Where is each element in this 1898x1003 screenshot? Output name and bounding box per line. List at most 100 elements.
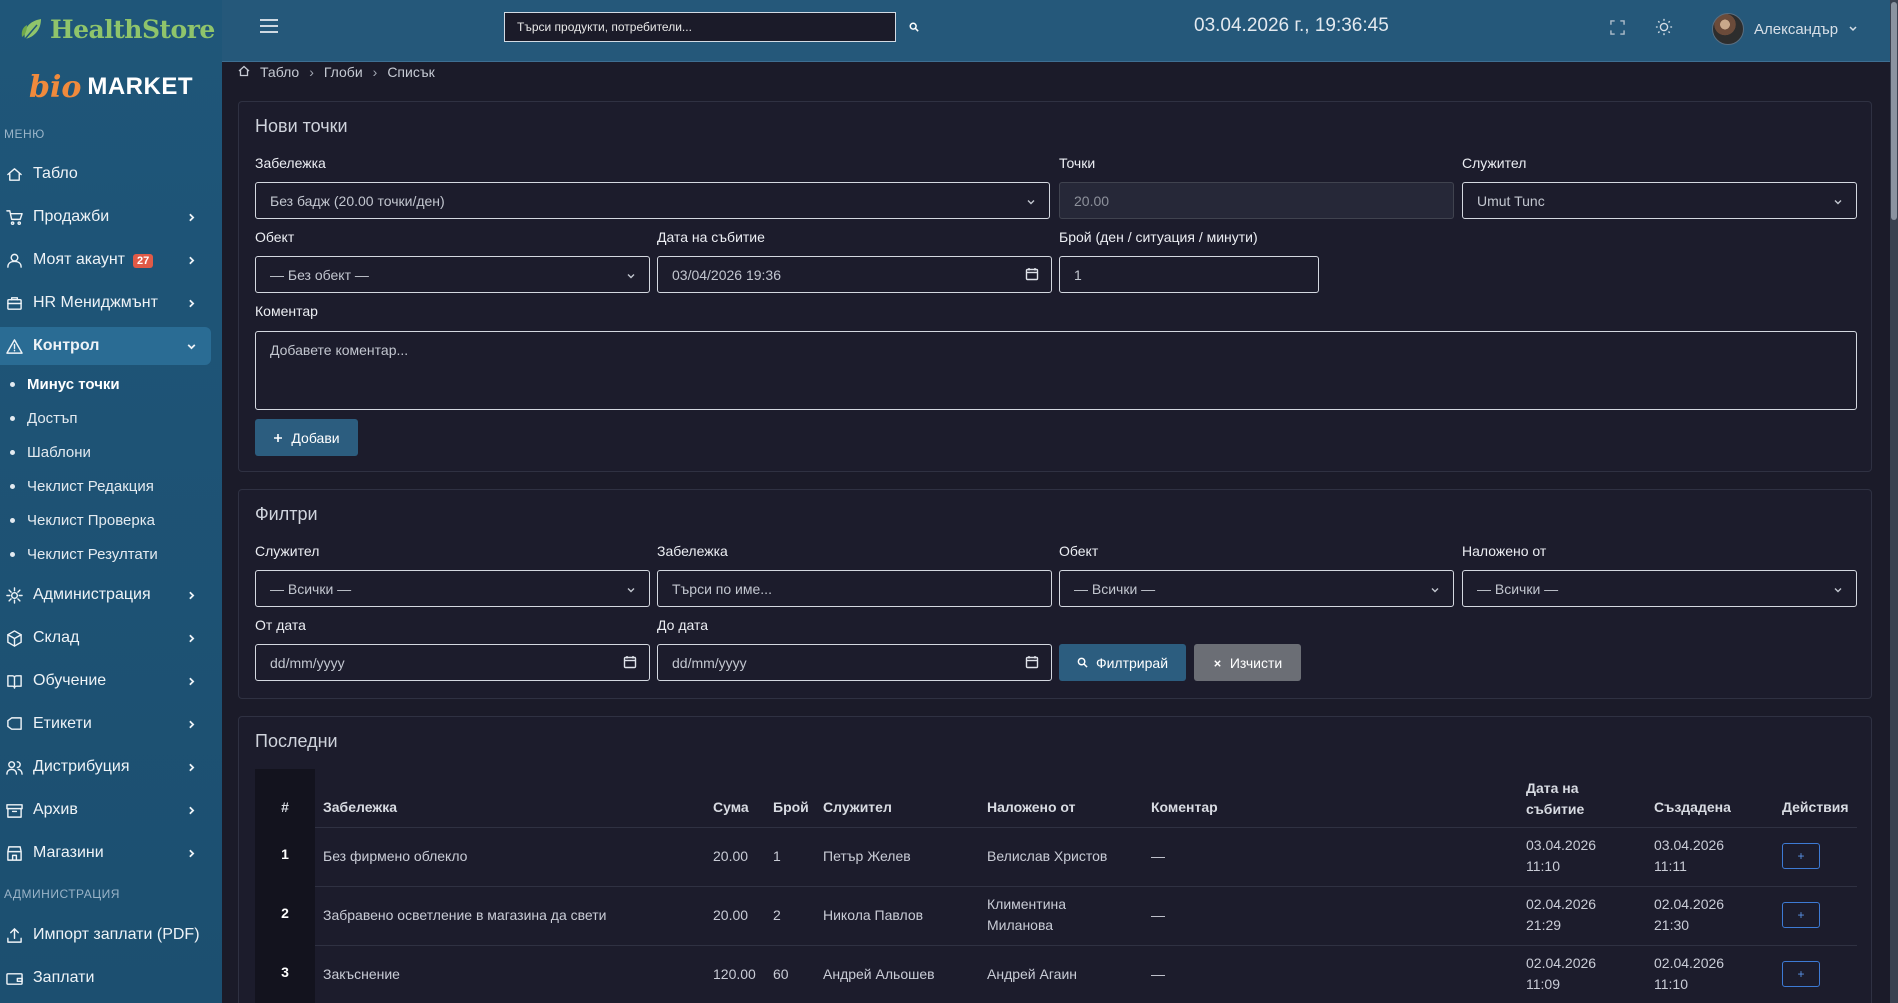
- sidebar-subitem[interactable]: Чеклист Редакция: [0, 471, 211, 501]
- col-header-count[interactable]: Брой: [773, 799, 809, 815]
- row-action-button[interactable]: +: [1782, 961, 1820, 987]
- employee-label: Служител: [1462, 155, 1527, 171]
- col-header-comment[interactable]: Коментар: [1151, 799, 1218, 815]
- object-label: Обект: [255, 229, 295, 245]
- clear-button[interactable]: Изчисти: [1194, 644, 1301, 681]
- filter-imposed-value: — Всички —: [1477, 580, 1559, 597]
- calendar-icon[interactable]: [1025, 267, 1039, 281]
- sidebar-subitem[interactable]: Чеклист Резултати: [0, 539, 211, 569]
- sidebar-admin-item[interactable]: Импорт заплати (PDF): [0, 916, 211, 954]
- sidebar-subitem-label: Шаблони: [27, 443, 91, 461]
- employee-select[interactable]: Umut Tunc: [1462, 182, 1857, 219]
- cell-comment: —: [1151, 907, 1165, 923]
- cell-created-line2: 11:11: [1654, 858, 1687, 874]
- sidebar-item[interactable]: Склад: [0, 619, 211, 657]
- chevron-down-icon: [1848, 21, 1858, 38]
- calendar-icon[interactable]: [1025, 655, 1039, 669]
- sidebar-item-label: HR Мениджмънт: [33, 294, 158, 311]
- col-header-event-date[interactable]: Дата на събитие: [1526, 778, 1584, 820]
- cell-imposed: Велислав Христов: [987, 848, 1108, 864]
- col-header-remark[interactable]: Забележка: [323, 799, 397, 815]
- chevron-right-icon: [183, 630, 199, 646]
- sidebar-item[interactable]: Архив: [0, 791, 211, 829]
- archive-icon: [5, 801, 23, 819]
- sidebar-item[interactable]: Дистрибуция: [0, 748, 211, 786]
- calendar-icon[interactable]: [623, 655, 637, 669]
- col-header-sum[interactable]: Сума: [713, 799, 749, 815]
- sidebar-item[interactable]: Етикети: [0, 705, 211, 743]
- global-search: [504, 12, 932, 42]
- users-icon: [5, 758, 23, 776]
- chevron-down-icon: [1832, 195, 1844, 207]
- recent-card: Последни # Забележка Сума Брой Служител …: [238, 716, 1872, 1003]
- cell-imposed-line1: Климентина: [987, 896, 1067, 912]
- table-row-divider: [315, 886, 1857, 887]
- menu-section-label: МЕНЮ: [4, 127, 45, 141]
- chevron-right-icon: [183, 673, 199, 689]
- col-header-imposed[interactable]: Наложено от: [987, 799, 1075, 815]
- chevron-down-icon: [625, 269, 637, 281]
- table-row-divider: [315, 827, 1857, 828]
- theme-toggle-icon[interactable]: [1655, 18, 1673, 36]
- scrollbar-thumb[interactable]: [1891, 2, 1897, 220]
- filter-button-label: Филтрирай: [1095, 654, 1169, 671]
- store-icon: [5, 844, 23, 862]
- col-header-created[interactable]: Създадена: [1654, 799, 1731, 815]
- chevron-right-icon: [183, 295, 199, 311]
- clear-button-label: Изчисти: [1229, 654, 1283, 671]
- cell-imposed-line2: Миланова: [987, 917, 1054, 933]
- hamburger-menu-icon[interactable]: [260, 19, 278, 33]
- sidebar-item[interactable]: Продажби: [0, 198, 211, 236]
- sidebar-item[interactable]: Табло: [0, 155, 211, 193]
- sidebar-subitem[interactable]: Чеклист Проверка: [0, 505, 211, 535]
- cell-event-date-line2: 21:29: [1526, 917, 1562, 933]
- object-select[interactable]: — Без обект —: [255, 256, 650, 293]
- remark-select[interactable]: Без бадж (20.00 точки/ден): [255, 182, 1050, 219]
- search-icon[interactable]: [896, 12, 932, 42]
- row-index: 2: [281, 905, 289, 921]
- sidebar-subitem[interactable]: Шаблони: [0, 437, 211, 467]
- recent-title: Последни: [255, 731, 338, 751]
- sidebar-item[interactable]: Контрол: [0, 327, 211, 365]
- chevron-right-icon: [183, 845, 199, 861]
- col-header-employee[interactable]: Служител: [823, 799, 892, 815]
- from-date-input[interactable]: dd/mm/yyyy: [255, 644, 650, 681]
- sidebar-subitem[interactable]: Достъп: [0, 403, 211, 433]
- filter-remark-placeholder: Търси по име...: [672, 580, 772, 597]
- event-date-input[interactable]: 03/04/2026 19:36: [657, 256, 1052, 293]
- search-input[interactable]: [504, 12, 896, 42]
- breadcrumb-item-dashboard[interactable]: Табло: [260, 64, 299, 80]
- count-input[interactable]: 1: [1059, 256, 1319, 293]
- filter-employee-select[interactable]: — Всички —: [255, 570, 650, 607]
- filter-object-select[interactable]: — Всички —: [1059, 570, 1454, 607]
- fullscreen-icon[interactable]: [1608, 18, 1626, 36]
- breadcrumb-item-fines[interactable]: Глоби: [324, 64, 363, 80]
- upload-icon: [5, 926, 23, 944]
- sidebar-item[interactable]: HR Мениджмънт: [0, 284, 211, 322]
- cell-created-line1: 02.04.2026: [1654, 896, 1725, 912]
- cell-event-date-line2: 11:09: [1526, 976, 1560, 992]
- sidebar-admin-item[interactable]: Заплати: [0, 959, 211, 997]
- filter-button[interactable]: Филтрирай: [1059, 644, 1186, 681]
- row-action-button[interactable]: +: [1782, 843, 1820, 869]
- sidebar-item[interactable]: Обучение: [0, 662, 211, 700]
- filter-imposed-select[interactable]: — Всички —: [1462, 570, 1857, 607]
- brand-logo[interactable]: HealthStore: [0, 0, 222, 58]
- add-button[interactable]: Добави: [255, 419, 358, 456]
- to-date-value: dd/mm/yyyy: [672, 654, 747, 671]
- user-menu[interactable]: Александър: [1712, 13, 1858, 45]
- bullet-dot-icon: [10, 483, 15, 489]
- comment-textarea[interactable]: Добавете коментар...: [255, 331, 1857, 410]
- to-date-input[interactable]: dd/mm/yyyy: [657, 644, 1052, 681]
- page-scrollbar[interactable]: [1890, 0, 1898, 1003]
- sidebar-subitem[interactable]: Минус точки: [0, 369, 211, 399]
- filter-remark-input[interactable]: Търси по име...: [657, 570, 1052, 607]
- sidebar-item[interactable]: Администрация: [0, 576, 211, 614]
- points-value: 20.00: [1074, 192, 1110, 209]
- sidebar-item[interactable]: Магазини: [0, 834, 211, 872]
- sidebar-item[interactable]: Моят акаунт 27: [0, 241, 211, 279]
- row-action-button[interactable]: +: [1782, 902, 1820, 928]
- from-date-value: dd/mm/yyyy: [270, 654, 345, 671]
- filter-imposed-label: Наложено от: [1462, 543, 1547, 559]
- cell-event-date: 03.04.2026 11:10: [1526, 835, 1596, 877]
